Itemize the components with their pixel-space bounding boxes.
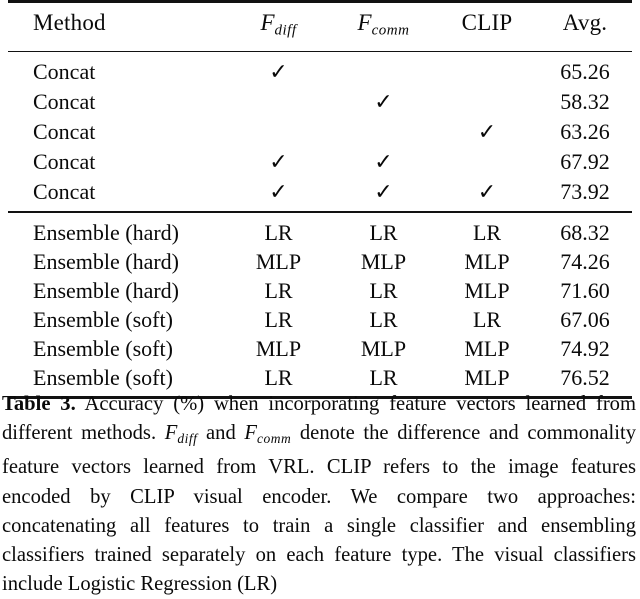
cell-method: Ensemble (hard) — [33, 277, 179, 303]
column-header-f-comm: Fcomm — [331, 3, 436, 51]
caption-f-diff-base: F — [164, 422, 178, 445]
caption-f-comm-symbol: Fcomm — [244, 422, 292, 447]
f-diff-base: F — [260, 10, 275, 35]
table-row: Concat ✓ ✓ 67.92 — [8, 147, 632, 177]
cell-clip — [436, 147, 538, 177]
f-comm-symbol: Fcomm — [357, 10, 410, 39]
f-comm-subscript: comm — [371, 22, 410, 39]
concat-group-table: Concat ✓ 65.26 Concat ✓ 58.32 Concat ✓ 63.26 Conc… — [8, 57, 632, 207]
ensemble-group-body: Ensemble (hard) LR LR LR 68.32 Ensemble (hard… — [8, 218, 632, 392]
cell-f-diff: MLP — [255, 335, 302, 361]
cell-avg: 67.92 — [560, 149, 610, 174]
table-row: Ensemble (soft) LR LR MLP 76.52 — [8, 363, 632, 392]
table-header-row: Method Fdiff Fcomm CLIP Avg. — [8, 3, 632, 51]
cell-avg: 76.52 — [560, 364, 610, 390]
cell-f-comm: MLP — [360, 248, 407, 274]
cell-clip: LR — [472, 306, 502, 332]
cell-f-comm: LR — [369, 364, 398, 390]
cell-method: Concat — [33, 149, 96, 174]
table-row: Ensemble (soft) LR LR LR 67.06 — [8, 305, 632, 334]
caption-f-diff-symbol: Fdiff — [164, 422, 198, 447]
cell-avg: 67.06 — [560, 306, 610, 332]
f-diff-symbol: Fdiff — [260, 10, 296, 39]
cell-avg: 74.26 — [560, 248, 610, 274]
cell-f-comm: LR — [369, 219, 398, 245]
table-row: Concat ✓ 58.32 — [8, 87, 632, 117]
cell-clip: MLP — [464, 335, 510, 361]
cell-avg: 74.92 — [560, 335, 610, 361]
cell-clip: MLP — [464, 364, 510, 390]
cell-avg: 63.26 — [560, 119, 610, 144]
table-row: Concat ✓ 65.26 — [8, 57, 632, 87]
table-row: Concat ✓ 63.26 — [8, 117, 632, 147]
cell-method: Concat — [33, 89, 96, 114]
cell-method: Ensemble (hard) — [33, 248, 179, 274]
cell-method: Concat — [33, 119, 96, 144]
table-figure-page: Method Fdiff Fcomm CLIP Avg. Concat ✓ 65… — [0, 0, 640, 595]
cell-avg: 58.32 — [560, 89, 610, 114]
f-diff-subscript: diff — [274, 22, 297, 39]
cell-method: Concat — [33, 59, 96, 84]
cell-avg: 73.92 — [560, 179, 610, 204]
cell-clip: MLP — [464, 248, 510, 274]
cell-f-diff: LR — [264, 277, 293, 303]
cell-clip: LR — [472, 219, 502, 245]
cell-f-comm — [331, 117, 436, 147]
cell-method: Ensemble (soft) — [33, 335, 173, 361]
cell-clip: ✓ — [477, 180, 497, 205]
caption-f-comm-base: F — [244, 422, 257, 445]
cell-f-diff: ✓ — [269, 150, 288, 175]
cell-avg: 65.26 — [560, 59, 610, 84]
cell-f-comm — [331, 57, 436, 87]
f-comm-base: F — [357, 10, 372, 35]
table-row: Ensemble (hard) MLP MLP MLP 74.26 — [8, 247, 632, 276]
cell-method: Ensemble (soft) — [33, 364, 173, 390]
caption-text-part-3: denote the difference and commonality fe… — [2, 422, 636, 596]
cell-clip: MLP — [464, 277, 510, 303]
cell-method: Ensemble (soft) — [33, 306, 173, 332]
results-table-block: Method Fdiff Fcomm CLIP Avg. Concat ✓ 65… — [8, 0, 632, 399]
cell-f-comm: ✓ — [374, 90, 393, 115]
column-header-avg: Avg. — [562, 10, 608, 35]
cell-f-comm: LR — [369, 306, 398, 332]
cell-clip: ✓ — [477, 120, 497, 145]
table-row: Ensemble (hard) LR LR LR 68.32 — [8, 218, 632, 247]
results-table: Method Fdiff Fcomm CLIP Avg. — [8, 3, 632, 51]
column-header-f-diff: Fdiff — [226, 3, 331, 51]
cell-f-diff — [226, 87, 331, 117]
concat-group-body: Concat ✓ 65.26 Concat ✓ 58.32 Concat ✓ 63.26 Conc… — [8, 57, 632, 207]
cell-clip — [436, 57, 538, 87]
cell-f-comm: ✓ — [374, 180, 393, 205]
caption-f-diff-subscript: diff — [177, 431, 198, 447]
table-header: Method Fdiff Fcomm CLIP Avg. — [8, 3, 632, 51]
caption-text-part-2: and — [197, 422, 245, 445]
table-caption: Table 3. Accuracy (%) when incorporating… — [2, 390, 636, 599]
cell-f-diff: LR — [264, 219, 293, 245]
table-row: Ensemble (hard) LR LR MLP 71.60 — [8, 276, 632, 305]
cell-method: Ensemble (hard) — [33, 219, 179, 245]
cell-f-diff: LR — [264, 306, 293, 332]
cell-method: Concat — [33, 179, 96, 204]
cell-f-diff: ✓ — [269, 60, 288, 85]
cell-f-comm: ✓ — [374, 150, 393, 175]
column-header-method: Method — [33, 10, 106, 35]
column-header-clip: CLIP — [461, 10, 513, 35]
cell-f-diff: LR — [264, 364, 293, 390]
cell-avg: 71.60 — [560, 277, 610, 303]
cell-f-comm: MLP — [360, 335, 407, 361]
cell-f-comm: LR — [369, 277, 398, 303]
cell-clip — [436, 87, 538, 117]
caption-label: Table 3. — [2, 393, 76, 415]
ensemble-group-table: Ensemble (hard) LR LR LR 68.32 Ensemble (hard… — [8, 218, 632, 392]
table-row: Ensemble (soft) MLP MLP MLP 74.92 — [8, 334, 632, 363]
cell-f-diff: ✓ — [269, 180, 288, 205]
cell-avg: 68.32 — [560, 219, 610, 245]
caption-f-comm-subscript: comm — [256, 431, 292, 447]
cell-f-diff: MLP — [255, 248, 302, 274]
cell-f-diff — [226, 117, 331, 147]
table-row: Concat ✓ ✓ ✓ 73.92 — [8, 177, 632, 207]
